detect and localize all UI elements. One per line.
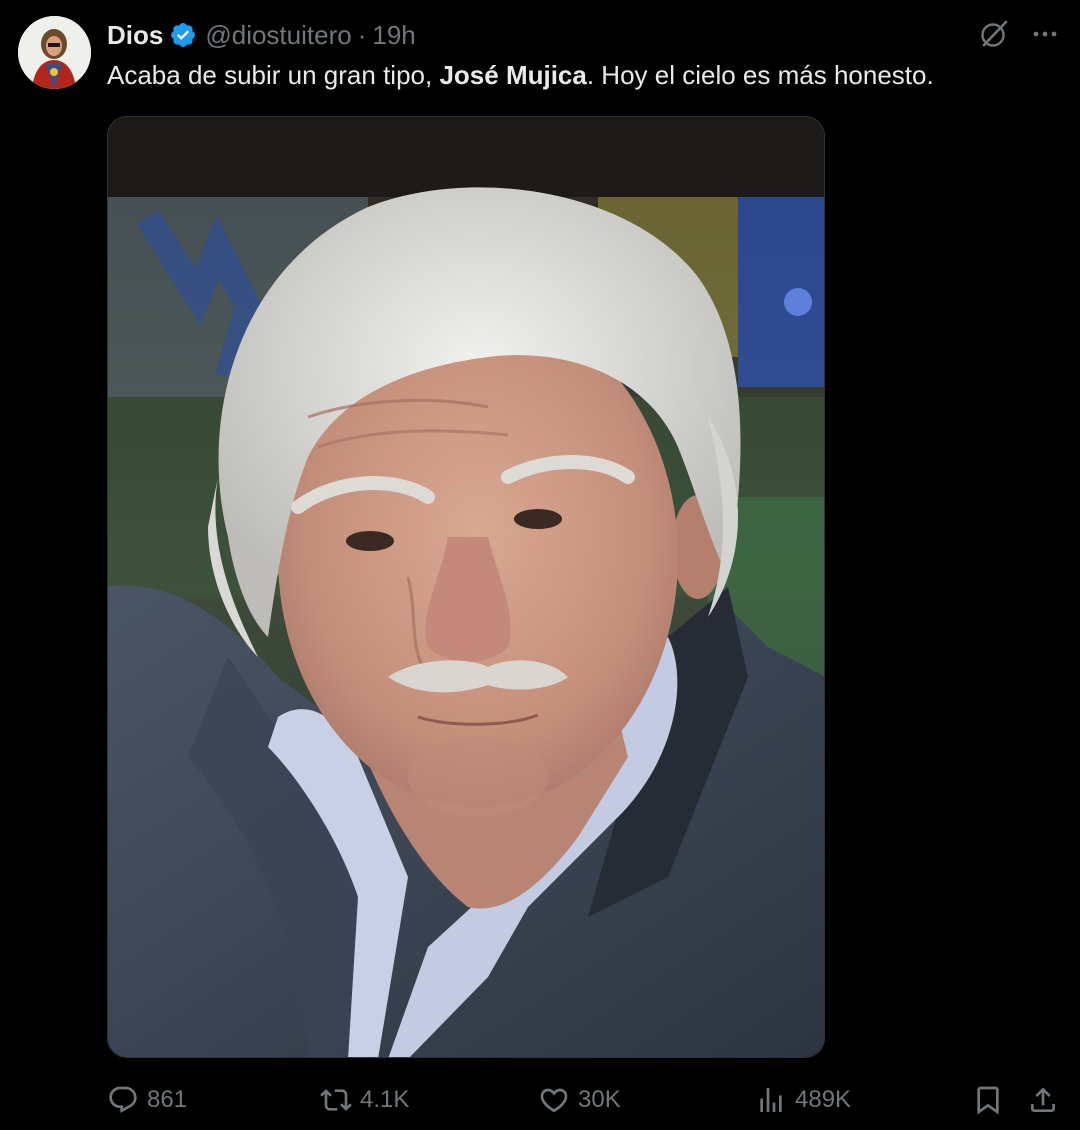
verified-badge-icon[interactable] [169,21,197,49]
like-count: 30K [578,1086,621,1113]
portrait-illustration [108,117,824,1057]
more-icon[interactable] [1030,19,1060,49]
repost-icon [320,1089,352,1111]
bookmark-button[interactable] [972,1082,1012,1118]
bookmark-icon [977,1086,999,1115]
reply-count: 861 [147,1086,188,1113]
heart-icon [540,1088,568,1113]
avatar-icon [18,16,91,89]
repost-button[interactable]: 4.1K [320,1082,409,1118]
tweet-text-bold: José Mujica [439,60,587,90]
repost-count: 4.1K [360,1086,410,1113]
tweet-action-bar: 861 4.1K 30K 489K [107,1082,1060,1118]
timestamp[interactable]: 19h [372,20,415,51]
tweet-top-actions [978,18,1060,50]
tweet-header: Dios @diostuitero · 19h [107,18,416,52]
avatar[interactable] [18,16,91,89]
separator-dot: · [357,19,367,50]
reply-button[interactable]: 861 [107,1082,187,1118]
views-count: 489K [795,1086,852,1113]
handle[interactable]: @diostuitero [205,20,351,51]
grok-icon[interactable] [978,18,1010,50]
views-icon [760,1088,782,1112]
reply-icon [109,1086,137,1113]
tweet-photo[interactable] [107,116,825,1058]
display-name[interactable]: Dios [107,20,163,51]
tweet-text: Acaba de subir un gran tipo, José Mujica… [107,58,1057,92]
share-icon [1031,1087,1055,1112]
like-button[interactable]: 30K [538,1082,621,1118]
tweet-text-part: . Hoy el cielo es más honesto. [586,60,934,90]
share-button[interactable] [1027,1082,1067,1118]
views-button[interactable]: 489K [755,1082,851,1118]
tweet-text-part: Acaba de subir un gran tipo, [107,60,440,90]
